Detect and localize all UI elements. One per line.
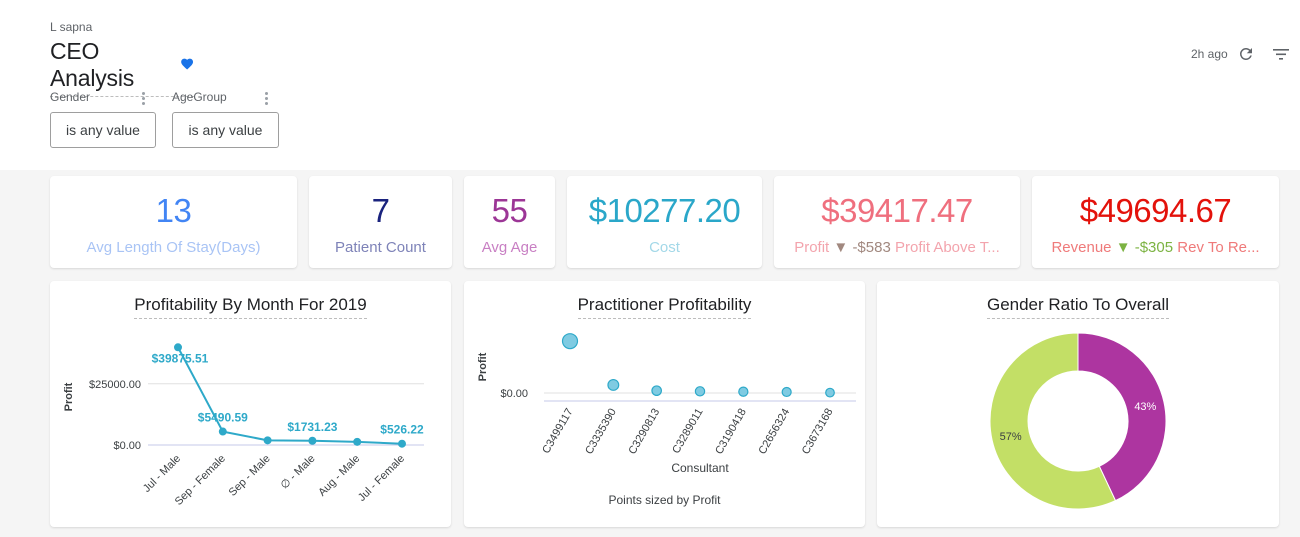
kpi-tile-profit[interactable]: $39417.47 Profit ▼ -$583 Profit Above T.… [774,176,1020,268]
dashboard-owner: L sapna [50,20,93,34]
x-axis-label: Consultant [671,461,729,475]
kpi-compare-target: Profit Above T... [894,239,1000,256]
x-tick-label: C2656324 [756,407,792,457]
chart-tile-practitioner-profitability[interactable]: Practitioner Profitability $0.00 Profit C3… [464,281,865,527]
dashboard-title-wrap: CEO Analysis [50,38,194,97]
x-tick-label: C3673168 [800,407,836,457]
down-arrow-icon: ▼ [1115,239,1131,256]
x-tick-label: Sep - Male [227,453,273,499]
data-point [781,386,792,398]
line-chart[interactable]: $0.00 $25000.00 Profit $39875.51 Jul - Male $… [50,281,451,527]
x-tick-label: C3190418 [713,407,749,457]
filter-icon[interactable] [1272,46,1290,62]
kpi-value: $49694.67 [1079,192,1232,229]
kpi-label: Avg Age [481,239,538,256]
kpi-delta: -$305 [1134,239,1174,256]
dashboard-header: L sapna CEO Analysis 2h ago Gender is an… [0,0,1300,170]
data-label: $1731.23 [287,420,337,434]
data-point [738,386,749,397]
dashboard-title[interactable]: CEO Analysis [50,38,173,92]
kpi-delta: -$583 [852,239,891,256]
x-tick-label: ∅ - Male [278,453,317,492]
filter-gender-label: Gender [50,90,91,104]
kpi-value: $39417.47 [821,192,973,229]
favorite-heart-icon[interactable] [180,56,194,72]
kpi-value: $10277.20 [588,192,741,229]
y-axis-label: Profit [63,382,75,411]
kpi-compare-label: Revenue [1051,239,1112,256]
kpi-tile-length-of-stay[interactable]: 13 Avg Length Of Stay(Days) [50,176,297,268]
kpi-compare-label: Profit [794,239,830,256]
filter-agegroup: AgeGroup [172,90,227,104]
kpi-label: Cost [649,239,680,256]
data-point [651,385,663,397]
refresh-icon[interactable] [1237,45,1255,63]
kpi-label: Patient Count [335,239,426,256]
slice-label: 43% [1134,401,1156,413]
kpi-comparison: Profit ▼ -$583 Profit Above T... [784,239,1010,256]
chart-tile-gender-ratio[interactable]: Gender Ratio To Overall 43% 57% [877,281,1279,527]
x-tick-label: C3335390 [583,407,619,457]
data-point [607,378,620,391]
data-point [174,343,182,352]
x-tick-label: C3289011 [670,407,705,456]
data-point [694,386,706,397]
chart-tile-profitability-by-month[interactable]: Profitability By Month For 2019 $0.00 $25… [50,281,451,527]
kpi-tile-avg-age[interactable]: 55 Avg Age [464,176,555,268]
x-tick-label: Jul - Female [356,453,407,504]
y-tick-label: $0.00 [113,440,141,452]
filter-gender-menu-icon[interactable] [142,92,146,106]
kpi-tile-revenue[interactable]: $49694.67 Revenue ▼ -$305 Rev To Re... [1032,176,1279,268]
kpi-tile-cost[interactable]: $10277.20 Cost [567,176,762,268]
x-tick-label: C3290813 [626,407,662,457]
filter-agegroup-menu-icon[interactable] [265,92,269,106]
data-point [825,387,835,398]
donut-chart[interactable]: 43% 57% [877,281,1279,527]
data-point [353,437,362,446]
data-point [263,436,272,445]
kpi-value: 7 [371,192,390,229]
kpi-value: 13 [155,192,192,229]
kpi-label: Avg Length Of Stay(Days) [86,239,261,256]
kpi-tile-patient-count[interactable]: 7 Patient Count [309,176,452,268]
x-tick-label: Aug - Male [316,453,362,499]
x-tick-label: C3499117 [540,407,575,456]
y-axis-label: Profit [477,352,489,381]
kpi-comparison: Revenue ▼ -$305 Rev To Re... [1042,239,1269,256]
kpi-value: 55 [491,192,528,229]
data-point [398,439,406,448]
filter-gender-value-button[interactable]: is any value [50,112,156,148]
data-label: $5490.59 [198,411,248,425]
last-updated-text: 2h ago [1191,47,1228,61]
y-tick-label: $0.00 [500,388,528,400]
chart-footnote: Points sized by Profit [608,493,721,507]
kpi-compare-target: Rev To Re... [1177,239,1260,256]
down-arrow-icon: ▼ [833,239,849,256]
scatter-chart[interactable]: $0.00 Profit C3499117 C3335390 C3290813 C3289… [464,281,865,527]
slice-label: 57% [1000,431,1022,443]
data-label: $39875.51 [152,351,209,365]
data-point [308,436,317,445]
x-tick-label: Jul - Male [141,453,183,495]
filter-agegroup-label: AgeGroup [172,90,227,104]
filter-gender: Gender [50,90,90,104]
y-tick-label: $25000.00 [89,379,141,391]
data-point [218,427,227,436]
data-label: $526.22 [380,423,424,437]
data-point [561,333,579,350]
filter-agegroup-value-button[interactable]: is any value [172,112,279,148]
